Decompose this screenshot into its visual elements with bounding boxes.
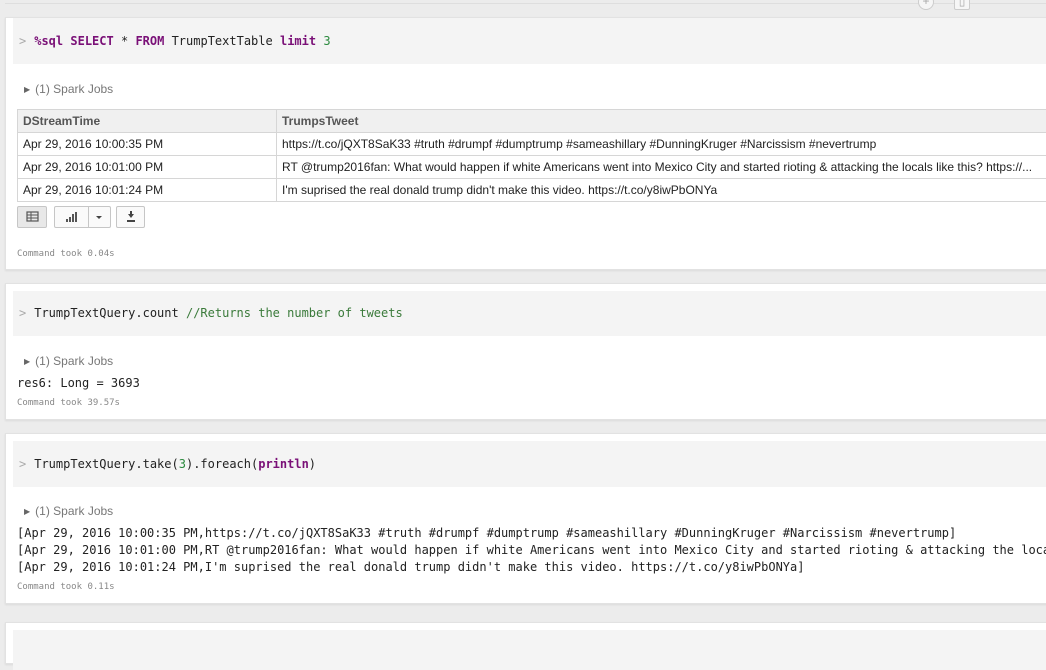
code-text: )	[309, 457, 316, 471]
table-view-button[interactable]	[17, 206, 47, 228]
keyword: limit	[280, 34, 316, 48]
cell-output: res6: Long = 3693	[17, 376, 140, 390]
keyword: println	[258, 457, 309, 471]
column-header[interactable]: DStreamTime	[18, 110, 277, 133]
spark-jobs-label: (1) Spark Jobs	[35, 82, 113, 96]
chevron-down-icon[interactable]	[90, 207, 110, 227]
bar-chart-icon	[55, 207, 91, 227]
code-editor[interactable]	[13, 630, 1046, 670]
triangle-right-icon: ▶	[24, 507, 30, 516]
code-text: ).foreach(	[186, 457, 258, 471]
code-editor[interactable]: > TrumpTextQuery.take(3).foreach(println)	[13, 441, 1046, 487]
number-literal: 3	[179, 457, 186, 471]
download-button[interactable]	[116, 206, 145, 228]
add-cell-icon[interactable]: +	[918, 0, 934, 10]
column-header[interactable]: TrumpsTweet	[277, 110, 1046, 133]
table-header-row: DStreamTime TrumpsTweet	[18, 110, 1046, 133]
prompt-symbol: >	[19, 34, 26, 48]
output-line: [Apr 29, 2016 10:01:00 PM,RT @trump2016f…	[17, 543, 1046, 557]
triangle-right-icon: ▶	[24, 357, 30, 366]
command-duration: Command took 0.11s	[17, 582, 115, 592]
code-editor[interactable]: > %sql SELECT * FROM TrumpTextTable limit…	[13, 18, 1046, 64]
spark-jobs-toggle[interactable]: ▶ (1) Spark Jobs	[24, 504, 113, 518]
table-cell: https://t.co/jQXT8SaK33 #truth #drumpf #…	[277, 133, 1046, 156]
keyword: SELECT	[70, 34, 113, 48]
prompt-symbol: >	[19, 306, 26, 320]
table-row: Apr 29, 2016 10:01:00 PM RT @trump2016fa…	[18, 156, 1046, 179]
sql-magic: %sql	[34, 34, 63, 48]
table-row: Apr 29, 2016 10:00:35 PM https://t.co/jQ…	[18, 133, 1046, 156]
triangle-right-icon: ▶	[24, 85, 30, 94]
notebook-cell	[5, 622, 1046, 664]
table-cell: Apr 29, 2016 10:01:24 PM	[18, 179, 277, 202]
output-line: [Apr 29, 2016 10:01:24 PM,I'm suprised t…	[17, 560, 804, 574]
table-cell: Apr 29, 2016 10:00:35 PM	[18, 133, 277, 156]
download-icon	[117, 207, 145, 227]
code-editor[interactable]: > TrumpTextQuery.count //Returns the numb…	[13, 291, 1046, 336]
code-text: TrumpTextQuery.count	[34, 306, 179, 320]
number-literal: 3	[323, 34, 330, 48]
table-icon	[18, 207, 48, 227]
table-cell: I'm suprised the real donald trump didn'…	[277, 179, 1046, 202]
prompt-symbol: >	[19, 457, 26, 471]
spark-jobs-toggle[interactable]: ▶ (1) Spark Jobs	[24, 82, 113, 96]
code-text: TrumpTextTable	[172, 34, 273, 48]
table-cell: RT @trump2016fan: What would happen if w…	[277, 156, 1046, 179]
table-cell: Apr 29, 2016 10:01:00 PM	[18, 156, 277, 179]
command-duration: Command took 39.57s	[17, 398, 120, 408]
notebook-cell: > TrumpTextQuery.take(3).foreach(println)…	[5, 433, 1046, 604]
output-line: [Apr 29, 2016 10:00:35 PM,https://t.co/j…	[17, 526, 956, 540]
copy-icon[interactable]: ▯	[954, 0, 970, 10]
notebook-cell: > TrumpTextQuery.count //Returns the numb…	[5, 283, 1046, 420]
results-table: DStreamTime TrumpsTweet Apr 29, 2016 10:…	[17, 109, 1046, 202]
command-duration: Command took 0.04s	[17, 249, 115, 259]
chart-view-button[interactable]	[54, 206, 111, 228]
code-text: TrumpTextQuery.take(	[34, 457, 179, 471]
spark-jobs-label: (1) Spark Jobs	[35, 504, 113, 518]
keyword: FROM	[135, 34, 164, 48]
notebook-cell: > %sql SELECT * FROM TrumpTextTable limit…	[5, 17, 1046, 270]
code-text: *	[121, 34, 128, 48]
spark-jobs-toggle[interactable]: ▶ (1) Spark Jobs	[24, 354, 113, 368]
spark-jobs-label: (1) Spark Jobs	[35, 354, 113, 368]
code-comment: //Returns the number of tweets	[186, 306, 403, 320]
table-row: Apr 29, 2016 10:01:24 PM I'm suprised th…	[18, 179, 1046, 202]
cell-separator	[5, 3, 1046, 4]
